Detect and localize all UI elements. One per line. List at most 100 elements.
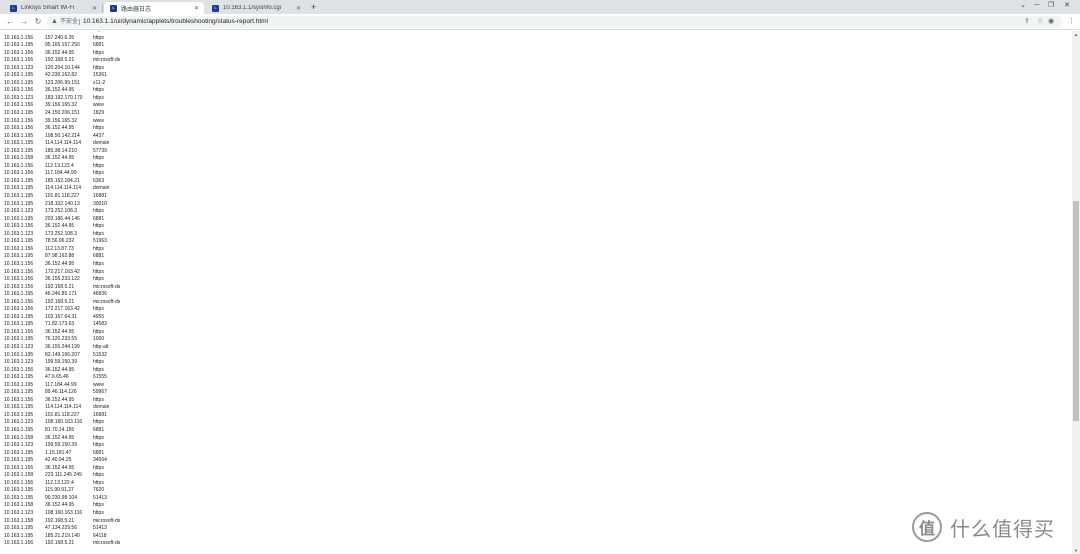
menu-dots-icon[interactable]: ⋮ [1068, 15, 1075, 29]
service-port: https [93, 465, 133, 473]
reload-button[interactable]: ↻ [32, 16, 44, 28]
service-port: www [93, 382, 133, 390]
back-button[interactable]: ← [4, 16, 16, 28]
destination-ip: 173.252.108.3 [45, 231, 93, 239]
destination-ip: 112.13.122.4 [45, 480, 93, 488]
log-row: 10.163.1.195185.21.219.14064118 [4, 533, 133, 541]
service-port: 16881 [93, 412, 133, 420]
source-ip: 10.163.1.195 [4, 374, 45, 382]
service-port: https [93, 35, 133, 43]
log-row: 10.163.1.19576.120.233.551000 [4, 336, 133, 344]
scroll-down-arrow-icon[interactable]: ▼ [1072, 547, 1080, 554]
destination-ip: 47.134.229.56 [45, 525, 93, 533]
profile-icon[interactable]: ◉ [1048, 15, 1054, 29]
log-row: 10.163.1.15639.156.165.32www [4, 102, 133, 110]
destination-ip: 117.184.44.99 [45, 170, 93, 178]
source-ip: 10.163.1.156 [4, 170, 45, 178]
tab-search-button[interactable]: ⌄ [1016, 1, 1030, 11]
watermark-text: 什么值得买 [950, 513, 1055, 542]
destination-ip: 36.152.44.95 [45, 367, 93, 375]
source-ip: 10.163.1.156 [4, 329, 45, 337]
service-port: 51413 [93, 525, 133, 533]
security-label[interactable]: 不安全 [60, 16, 78, 28]
service-port: 4955 [93, 314, 133, 322]
service-port: x11-2 [93, 80, 133, 88]
vertical-scrollbar[interactable]: ▲ ▼ [1072, 31, 1080, 554]
source-ip: 10.163.1.195 [4, 412, 45, 420]
source-ip: 10.163.1.123 [4, 359, 45, 367]
address-bar[interactable]: ▲ 不安全 10.163.1.1/ui/dynamic/applets/trou… [47, 16, 1063, 28]
close-window-button[interactable]: ✕ [1060, 1, 1074, 11]
destination-ip: 36.152.44.95 [45, 435, 93, 443]
log-row: 10.163.1.15636.152.44.95https [4, 465, 133, 473]
bookmark-star-icon[interactable]: ☆ [1037, 15, 1043, 29]
service-port: https [93, 276, 133, 284]
scroll-up-arrow-icon[interactable]: ▲ [1072, 31, 1080, 38]
forward-button[interactable]: → [18, 16, 30, 28]
destination-ip: 36.152.44.95 [45, 397, 93, 405]
log-row: 10.163.1.19571.82.173.6314583 [4, 321, 133, 329]
source-ip: 10.163.1.156 [4, 246, 45, 254]
close-icon[interactable]: ✕ [92, 5, 97, 12]
service-port: https [93, 170, 133, 178]
log-row: 10.163.1.123173.252.108.3https [4, 231, 133, 239]
new-tab-button[interactable]: + [311, 2, 316, 12]
service-port: https [93, 95, 133, 103]
tab-router-log[interactable]: L 路由器日志 ✕ [104, 2, 204, 14]
warning-icon[interactable]: ▲ [51, 17, 58, 27]
destination-ip: 112.13.122.4 [45, 163, 93, 171]
destination-ip: 114.114.114.114 [45, 185, 93, 193]
destination-ip: 90.230.98.104 [45, 495, 93, 503]
service-port: www [93, 118, 133, 126]
close-icon[interactable]: ✕ [296, 5, 301, 12]
log-row: 10.163.1.12336.155.244.199http-alt [4, 344, 133, 352]
log-row: 10.163.1.195114.114.114.114domain [4, 404, 133, 412]
log-row: 10.163.1.195108.50.142.2144437 [4, 133, 133, 141]
log-row: 10.163.1.195103.167.64.314955 [4, 314, 133, 322]
source-ip: 10.163.1.195 [4, 80, 45, 88]
service-port: 6881 [93, 450, 133, 458]
service-port: 15361 [93, 72, 133, 80]
service-port: 64118 [93, 533, 133, 541]
tab-linksys[interactable]: L Linksys Smart Wi-Fi ✕ [4, 2, 102, 14]
tab-label: 路由器日志 [121, 4, 191, 13]
service-port: microsoft-ds [93, 299, 133, 307]
tab-divider [102, 4, 103, 12]
service-port: 6881 [93, 253, 133, 261]
destination-ip: 112.13.87.73 [45, 246, 93, 254]
service-port: 34564 [93, 457, 133, 465]
source-ip: 10.163.1.195 [4, 450, 45, 458]
share-icon[interactable]: ⇪ [1024, 15, 1030, 29]
service-port: 6363 [93, 178, 133, 186]
close-icon[interactable]: ✕ [194, 5, 199, 12]
source-ip: 10.163.1.156 [4, 87, 45, 95]
service-port: 59967 [93, 389, 133, 397]
source-ip: 10.163.1.158 [4, 472, 45, 480]
destination-ip: 83.149.166.207 [45, 352, 93, 360]
scroll-thumb[interactable] [1073, 201, 1079, 421]
destination-ip: 218.102.140.13 [45, 201, 93, 209]
destination-ip: 36.152.44.95 [45, 87, 93, 95]
log-row: 10.163.1.15636.152.44.95https [4, 329, 133, 337]
service-port: https [93, 87, 133, 95]
restore-button[interactable]: ❐ [1044, 1, 1058, 11]
log-row: 10.163.1.195117.184.44.99www [4, 382, 133, 390]
minimize-button[interactable]: ─ [1030, 1, 1044, 11]
source-ip: 10.163.1.156 [4, 125, 45, 133]
log-row: 10.163.1.15836.152.44.95https [4, 155, 133, 163]
destination-ip: 185.21.219.140 [45, 533, 93, 541]
url-text[interactable]: 10.163.1.1/ui/dynamic/applets/troublesho… [83, 16, 268, 28]
log-row: 10.163.1.1951.15.181.476881 [4, 450, 133, 458]
service-port: https [93, 246, 133, 254]
service-port: https [93, 50, 133, 58]
service-port: 1829 [93, 110, 133, 118]
destination-ip: 115.90.91.27 [45, 487, 93, 495]
log-row: 10.163.1.195114.114.114.114domain [4, 185, 133, 193]
tab-label: 10.163.1.1/sysinfo.cgi [223, 5, 293, 11]
log-row: 10.163.1.195203.186.44.1466881 [4, 216, 133, 224]
service-port: domain [93, 404, 133, 412]
tab-sysinfo[interactable]: L 10.163.1.1/sysinfo.cgi ✕ [206, 2, 306, 14]
log-row: 10.163.1.15636.152.44.95https [4, 125, 133, 133]
destination-ip: 192.168.5.21 [45, 57, 93, 65]
log-row: 10.163.1.195218.102.140.1330010 [4, 201, 133, 209]
